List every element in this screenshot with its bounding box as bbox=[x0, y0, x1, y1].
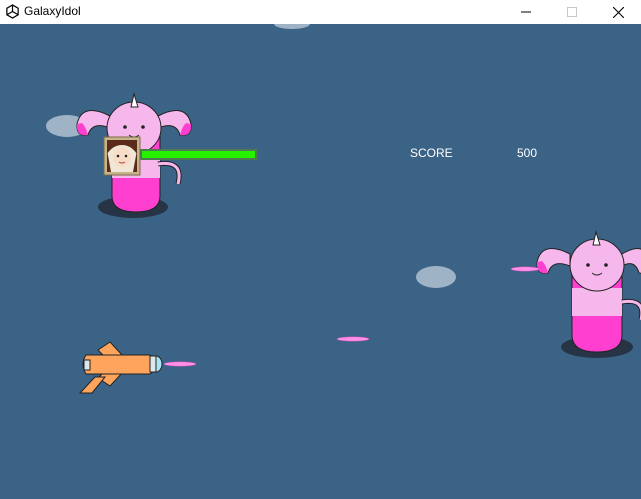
title-bar[interactable]: GalaxyIdol bbox=[0, 0, 641, 24]
unity-logo-icon bbox=[6, 4, 19, 19]
laser-shot bbox=[163, 361, 197, 367]
idol-portrait-icon bbox=[103, 136, 141, 176]
spaceship-icon bbox=[78, 341, 163, 394]
space-rock bbox=[416, 266, 456, 288]
enemy-monster bbox=[536, 230, 641, 358]
close-button[interactable] bbox=[595, 0, 641, 24]
score-value: 500 bbox=[517, 146, 538, 160]
laser-shot bbox=[510, 266, 540, 272]
minimize-icon bbox=[521, 11, 531, 13]
health-bar-fill bbox=[142, 151, 255, 158]
minimize-button[interactable] bbox=[503, 0, 549, 24]
close-icon bbox=[612, 6, 624, 18]
game-window: GalaxyIdol SCORE 500 bbox=[0, 0, 641, 499]
laser-shot bbox=[336, 336, 370, 342]
maximize-icon bbox=[567, 7, 577, 17]
space-rock bbox=[274, 24, 310, 29]
window-title: GalaxyIdol bbox=[24, 4, 81, 18]
health-bar bbox=[140, 149, 257, 160]
game-viewport[interactable]: SCORE 500 bbox=[0, 24, 641, 499]
maximize-button[interactable] bbox=[549, 0, 595, 24]
game-scene bbox=[46, 24, 641, 394]
score-label: SCORE bbox=[410, 146, 453, 160]
